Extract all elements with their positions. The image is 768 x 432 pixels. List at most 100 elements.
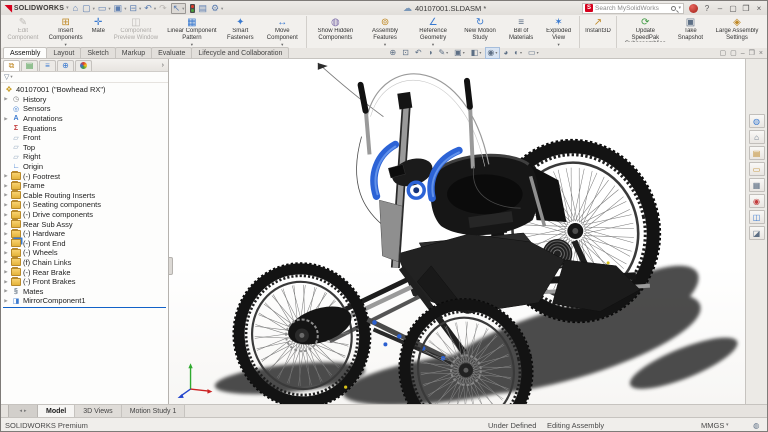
- tree-item[interactable]: ◎ Sensors: [3, 104, 168, 114]
- model-bowhead-rx[interactable]: [169, 59, 745, 404]
- quick-access-button[interactable]: ▾: [189, 4, 195, 13]
- ribbon-button[interactable]: ✶ Exploded View ▾: [540, 16, 577, 48]
- tag-icon[interactable]: ◍: [753, 418, 760, 432]
- tree-item[interactable]: (-) Rear Brake: [3, 267, 168, 277]
- window-button[interactable]: ?: [703, 4, 711, 13]
- tree-item[interactable]: Rear Sub Assy: [3, 219, 168, 229]
- view-toolbar-button[interactable]: ◉ ▾: [485, 47, 500, 59]
- ribbon-button[interactable]: ≡ Bill of Materials ▾: [502, 16, 540, 48]
- ribbon-button[interactable]: ◍ Show Hidden Components ▾: [306, 16, 362, 48]
- quick-access-button[interactable]: ↖ ▾: [171, 3, 187, 14]
- view-toolbar-button[interactable]: ⊕ ▾: [387, 47, 399, 59]
- tree-item[interactable]: ▱ Right: [3, 152, 168, 162]
- tree-item[interactable]: ∟ Origin: [3, 162, 168, 172]
- search-icon[interactable]: [671, 6, 676, 11]
- expand-arrow-icon[interactable]: [3, 96, 9, 102]
- tree-item[interactable]: (-) Seating components: [3, 200, 168, 210]
- window-button[interactable]: [689, 4, 698, 13]
- view-toolbar-button[interactable]: ◧ ▾: [468, 47, 484, 59]
- task-pane-button[interactable]: ◍: [749, 114, 765, 128]
- quick-access-button[interactable]: ↶ ▾: [144, 4, 156, 13]
- ribbon-button[interactable]: ∠ Reference Geometry ▾: [408, 16, 458, 48]
- search-box[interactable]: S Search MySolidWorks ▾: [582, 3, 684, 14]
- units-selector[interactable]: MMGS: [701, 418, 724, 432]
- tree-item[interactable]: (-) Hardware: [3, 229, 168, 239]
- ribbon-tab[interactable]: Layout: [46, 47, 81, 58]
- tree-item[interactable]: Cable Routing Inserts: [3, 191, 168, 201]
- doc-window-control[interactable]: ▢: [730, 49, 737, 57]
- view-toolbar-button[interactable]: ↶ ▾: [412, 47, 424, 59]
- window-button[interactable]: ❐: [742, 4, 750, 13]
- expand-arrow-icon[interactable]: [3, 173, 9, 179]
- expand-arrow-icon[interactable]: [3, 269, 9, 275]
- window-button[interactable]: ×: [755, 4, 763, 13]
- front-fairing[interactable]: [379, 200, 402, 262]
- manager-tab[interactable]: [75, 60, 92, 71]
- view-toolbar-button[interactable]: ▣ ▾: [452, 47, 468, 59]
- ribbon-tab[interactable]: Markup: [115, 47, 152, 58]
- view-toolbar-button[interactable]: ◐ ▾: [512, 47, 525, 59]
- expand-arrow-icon[interactable]: [3, 298, 9, 304]
- view-tab[interactable]: 3D Views: [75, 405, 121, 417]
- expand-arrow-icon[interactable]: [3, 192, 9, 198]
- ribbon-tab[interactable]: Lifecycle and Collaboration: [191, 47, 289, 58]
- tree-item[interactable]: (f) Chain Links: [3, 258, 168, 268]
- view-toolbar-button[interactable]: ▭ ▾: [526, 47, 542, 59]
- quick-access-button[interactable]: ↷ ▾: [159, 4, 168, 13]
- left-brake-grip[interactable]: [361, 85, 366, 111]
- quick-access-button[interactable]: ▤ ▾: [198, 4, 208, 13]
- tree-item[interactable]: (-) Drive components: [3, 210, 168, 220]
- view-toolbar-button[interactable]: ◕ ▾: [501, 47, 511, 59]
- chevron-down-icon[interactable]: ▾: [10, 74, 12, 80]
- task-pane-button[interactable]: ◪: [749, 226, 765, 240]
- view-toolbar-button[interactable]: ✎ ▾: [436, 47, 451, 59]
- tree-item[interactable]: ▱ Top: [3, 143, 168, 153]
- quick-access-button[interactable]: ▢ ▾: [82, 4, 95, 13]
- filter-icon[interactable]: ▽: [4, 73, 9, 81]
- window-button[interactable]: –: [716, 4, 724, 13]
- tree-item[interactable]: ◷ History: [3, 95, 168, 105]
- manager-tab[interactable]: ⧉: [3, 60, 20, 71]
- ribbon-tab[interactable]: Assembly: [3, 47, 47, 58]
- chevron-down-icon[interactable]: ▾: [678, 5, 681, 11]
- quick-access-button[interactable]: ▭ ▾: [98, 4, 111, 13]
- expand-arrow-icon[interactable]: [3, 221, 9, 227]
- view-toolbar-button[interactable]: ◑ ▾: [425, 47, 435, 59]
- expand-arrow-icon[interactable]: [3, 288, 9, 294]
- quick-access-button[interactable]: ⌂ ▾: [73, 4, 79, 13]
- task-pane-button[interactable]: ◉: [749, 194, 765, 208]
- task-pane-button[interactable]: ⌂: [749, 130, 765, 144]
- graphics-viewport[interactable]: [169, 59, 745, 404]
- ribbon-button[interactable]: ⟳ Update SpeedPak Subassemblies ▾: [616, 16, 672, 48]
- ribbon-button[interactable]: ◫ Component Preview Window ▾: [108, 16, 164, 48]
- expand-arrow-icon[interactable]: [3, 202, 9, 208]
- quick-access-button[interactable]: ▣ ▾: [114, 4, 127, 13]
- window-button[interactable]: ▢: [729, 4, 737, 13]
- manager-tab[interactable]: ▤: [21, 60, 38, 71]
- expand-arrow-icon[interactable]: [3, 231, 9, 237]
- tree-item[interactable]: (-) Front End: [3, 239, 168, 249]
- chevron-down-icon[interactable]: ▾: [726, 418, 729, 432]
- view-tab[interactable]: Motion Study 1: [122, 405, 186, 417]
- expand-arrow-icon[interactable]: [3, 240, 9, 246]
- tree-item[interactable]: ◨ MirrorComponent1: [3, 296, 168, 306]
- ribbon-tab[interactable]: Sketch: [80, 47, 115, 58]
- ribbon-tab[interactable]: Evaluate: [151, 47, 192, 58]
- task-pane-button[interactable]: ◫: [749, 210, 765, 224]
- ribbon-button[interactable]: ◈ Large Assembly Settings ▾: [709, 16, 765, 48]
- rollback-bar[interactable]: [3, 307, 166, 308]
- search-input[interactable]: Search MySolidWorks: [595, 5, 669, 12]
- tree-item[interactable]: (-) Footrest: [3, 171, 168, 181]
- tree-item[interactable]: ▱ Front: [3, 133, 168, 143]
- doc-window-control[interactable]: –: [741, 50, 745, 57]
- tree-item[interactable]: Frame: [3, 181, 168, 191]
- doc-window-control[interactable]: ▢: [719, 49, 726, 57]
- tab-scroll-buttons[interactable]: ◂ ▸: [8, 405, 38, 417]
- expand-arrow-icon[interactable]: [3, 259, 9, 265]
- manager-tab[interactable]: ≡: [39, 60, 56, 71]
- task-pane-button[interactable]: ▦: [749, 178, 765, 192]
- panel-expand-arrow[interactable]: ›: [162, 62, 166, 69]
- doc-window-control[interactable]: ❐: [749, 49, 755, 57]
- ribbon-button[interactable]: ▣ Take Snapshot ▾: [672, 16, 709, 48]
- scroll-left-icon[interactable]: ◂: [19, 408, 22, 414]
